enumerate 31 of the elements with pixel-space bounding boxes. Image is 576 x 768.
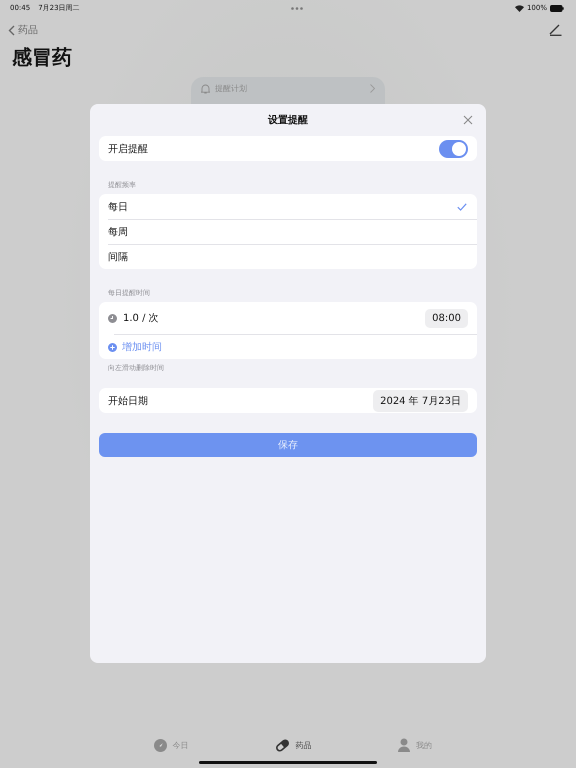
toggle-label: 开启提醒: [108, 142, 148, 156]
page-title: 感冒药: [12, 44, 73, 71]
clock-icon: [108, 314, 117, 322]
frequency-option[interactable]: 间隔: [108, 244, 477, 269]
bell-icon: [201, 84, 210, 94]
frequency-option[interactable]: 每周: [108, 219, 477, 244]
compass-icon: [154, 738, 166, 752]
tab-bar-item[interactable]: 药品: [232, 738, 354, 752]
edit-icon[interactable]: [549, 24, 562, 36]
chevron-right-icon: [370, 84, 375, 93]
more-dots-icon: [291, 6, 304, 10]
option-label: 间隔: [108, 251, 128, 264]
back-chevron-icon: [8, 24, 15, 36]
start-date-label: 开始日期: [108, 394, 148, 408]
time-picker[interactable]: 08:00: [425, 308, 468, 328]
battery-icon: [550, 4, 564, 12]
reminder-toggle[interactable]: [439, 140, 468, 158]
frequency-option[interactable]: 每日: [108, 194, 477, 219]
person-icon: [398, 738, 410, 752]
option-label: 每周: [108, 226, 128, 239]
checkmark-icon: [457, 202, 467, 210]
add-icon: [108, 342, 117, 352]
wifi-icon: [514, 4, 524, 12]
card-title: 提醒计划: [215, 83, 247, 94]
dialog-title: 设置提醒: [268, 114, 308, 127]
date-picker[interactable]: 2024 年 7月23日: [373, 390, 468, 412]
back-button[interactable]: 药品: [8, 23, 38, 37]
close-button[interactable]: [461, 113, 475, 127]
option-label: 每日: [108, 200, 128, 214]
dose-text: 1.0 / 次: [123, 312, 159, 325]
pill-icon: [274, 738, 290, 752]
